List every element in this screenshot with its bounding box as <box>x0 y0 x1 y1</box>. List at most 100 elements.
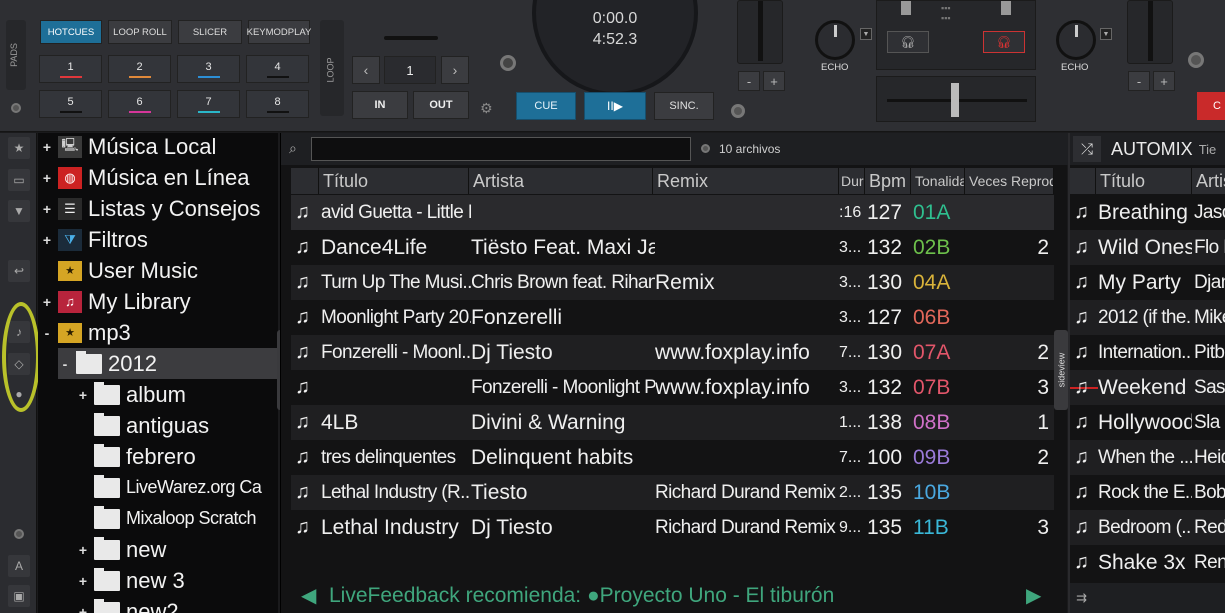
effect-knob-right[interactable] <box>1056 20 1096 60</box>
list-item[interactable]: ♫ 2012 (if the...Mike <box>1070 300 1225 335</box>
col-title-header[interactable]: Título <box>319 168 469 194</box>
col-artist-header[interactable]: Artista <box>469 168 653 194</box>
tree-item[interactable]: + 🖳︎ Música Local <box>40 133 278 162</box>
loop-out-button[interactable]: OUT <box>413 91 469 119</box>
tree-expander-icon[interactable]: + <box>76 573 90 589</box>
pad-5[interactable]: 5 <box>39 90 102 118</box>
pitch-plus-button[interactable]: + <box>763 71 785 91</box>
tree-item[interactable]: + ⧩ Filtros <box>40 224 278 255</box>
crossfader[interactable] <box>876 76 1036 122</box>
pad-3[interactable]: 3 <box>177 55 240 83</box>
effect-knob-left[interactable] <box>815 20 855 60</box>
tree-expander-icon[interactable]: + <box>76 604 90 613</box>
am-col-title-header[interactable]: Título <box>1096 168 1192 194</box>
window-icon[interactable]: ▣ <box>8 585 30 607</box>
pad-1[interactable]: 1 <box>39 55 102 83</box>
tree-expander-icon[interactable]: + <box>40 201 54 217</box>
loop-roll-button[interactable]: LOOP ROLL <box>108 20 172 44</box>
leftbar-dot[interactable] <box>14 529 24 539</box>
am-col-icon-header[interactable] <box>1070 168 1096 194</box>
pitch-fader-right[interactable] <box>1127 0 1173 64</box>
keymodplay-button[interactable]: KEYMODPLAY <box>247 20 311 44</box>
table-row[interactable]: ♫ avid Guetta - Little B:16 127 01A <box>291 195 1054 230</box>
tree-expander-icon[interactable]: - <box>58 356 72 372</box>
tree-item[interactable]: Mixaloop Scratch <box>76 503 278 534</box>
pad-8[interactable]: 8 <box>246 90 309 118</box>
tree-item[interactable]: + ♫ My Library <box>40 286 278 317</box>
headphone-left-button[interactable]: 🎧︎ <box>887 31 929 53</box>
pitch-plus-right-button[interactable]: + <box>1153 71 1175 91</box>
pad-4[interactable]: 4 <box>246 55 309 83</box>
play-pause-button[interactable]: II▶ <box>584 92 646 120</box>
sync-button[interactable]: SINC. <box>654 92 714 120</box>
loop-double-button[interactable]: › <box>441 56 469 84</box>
search-option-dot[interactable] <box>701 144 710 153</box>
pitch-minus-button[interactable]: - <box>738 71 760 91</box>
back-icon[interactable]: ↩ <box>8 260 30 282</box>
gear-icon[interactable]: ⚙ <box>480 100 493 117</box>
tree-expander-icon[interactable]: + <box>40 170 54 186</box>
loop-halve-button[interactable]: ‹ <box>352 56 380 84</box>
tree-item[interactable]: - ★ mp3 <box>40 317 278 348</box>
cue-button[interactable]: CUE <box>516 92 576 120</box>
tree-expander-icon[interactable]: + <box>40 294 54 310</box>
col-icon-header[interactable] <box>291 168 319 194</box>
tree-expander-icon[interactable]: + <box>76 542 90 558</box>
tree-item[interactable]: + ◍ Música en Línea <box>40 162 278 193</box>
pad-7[interactable]: 7 <box>177 90 240 118</box>
loop-in-button[interactable]: IN <box>352 91 408 119</box>
tree-item[interactable]: + new2 <box>76 596 278 613</box>
am-col-artist-header[interactable]: Artis <box>1192 168 1225 194</box>
list-item[interactable]: ♫ Shake 3x Rene <box>1070 545 1225 580</box>
col-bpm-header[interactable]: Bpm <box>865 168 911 194</box>
tree-expander-icon[interactable]: - <box>40 325 54 341</box>
table-row[interactable]: ♫ Fonzerelli - Moonl... Dj Tiesto www.foxpl… <box>291 335 1054 370</box>
tree-item[interactable]: febrero <box>76 441 278 472</box>
tree-item[interactable]: antiguas <box>76 410 278 441</box>
star-icon[interactable]: ★ <box>8 137 30 159</box>
col-plays-header[interactable]: Veces Reprod <box>965 168 1054 194</box>
hotcues-button[interactable]: HOTCUES <box>40 20 102 44</box>
tree-item[interactable]: LiveWarez.org Ca <box>76 472 278 503</box>
table-row[interactable]: ♫ 4LB Divini & Warning 1... 138 08B 1 <box>291 405 1054 440</box>
list-item[interactable]: ♫ My Party Djan <box>1070 265 1225 300</box>
table-row[interactable]: ♫ Lethal Industry Dj Tiesto Richard Durand … <box>291 510 1054 545</box>
gain-slider-left[interactable] <box>901 1 911 15</box>
drive-icon[interactable]: ▭ <box>8 169 30 191</box>
crossfader-handle[interactable] <box>951 83 959 117</box>
tree-item[interactable]: ★ User Music <box>40 255 278 286</box>
search-input[interactable] <box>311 137 691 161</box>
list-item[interactable]: ♫ Internation...Pitbu <box>1070 335 1225 370</box>
headphone-right-button[interactable]: 🎧︎ <box>983 31 1025 53</box>
col-duration-header[interactable]: Dur <box>839 168 865 194</box>
tree-item[interactable]: - 2012 <box>58 348 278 379</box>
list-item[interactable]: ♫ Rock the E... Bob <box>1070 475 1225 510</box>
tree-item[interactable]: + ☰ Listas y Consejos <box>40 193 278 224</box>
table-row[interactable]: ♫ tres delinquentes Delinquent habits 7... 1… <box>291 440 1054 475</box>
pads-menu-dot[interactable] <box>11 103 21 113</box>
livefeed-next-icon[interactable]: ▶ <box>1026 583 1041 608</box>
list-menu-icon[interactable]: ⇉ <box>1076 590 1087 606</box>
tree-expander-icon[interactable]: + <box>76 387 90 403</box>
table-row[interactable]: ♫ Fonzerelli - Moonlight P... www.foxplay.… <box>291 370 1054 405</box>
table-row[interactable]: ♫ Moonlight Party 20... Fonzerelli 3... 127 0… <box>291 300 1054 335</box>
pitch-fader-left[interactable] <box>737 0 783 64</box>
tree-item[interactable]: + album <box>76 379 278 410</box>
col-key-header[interactable]: Tonalidad <box>911 168 965 194</box>
pitch-minus-right-button[interactable]: - <box>1128 71 1150 91</box>
col-remix-header[interactable]: Remix <box>653 168 839 194</box>
text-size-icon[interactable]: A <box>8 555 30 577</box>
table-row[interactable]: ♫ Turn Up The Musi... Chris Brown feat. Ri… <box>291 265 1054 300</box>
tree-expander-icon[interactable]: + <box>40 139 54 155</box>
pad-6[interactable]: 6 <box>108 90 171 118</box>
dropdown-arrow-icon[interactable]: ▼ <box>1100 28 1112 40</box>
deck-option-dot[interactable] <box>500 55 516 71</box>
list-item[interactable]: ♫ Weekend Sash <box>1070 370 1225 405</box>
deck-dot-right[interactable] <box>731 104 745 118</box>
gain-slider-right[interactable] <box>1001 1 1011 15</box>
right-cue-button[interactable]: C <box>1197 92 1225 120</box>
pad-2[interactable]: 2 <box>108 55 171 83</box>
livefeed-text[interactable]: LiveFeedback recomienda: ●Proyecto Uno -… <box>329 584 834 608</box>
list-item[interactable]: ♫ Bedroom (...Redo <box>1070 510 1225 545</box>
filter-icon[interactable]: ▼ <box>8 200 30 222</box>
